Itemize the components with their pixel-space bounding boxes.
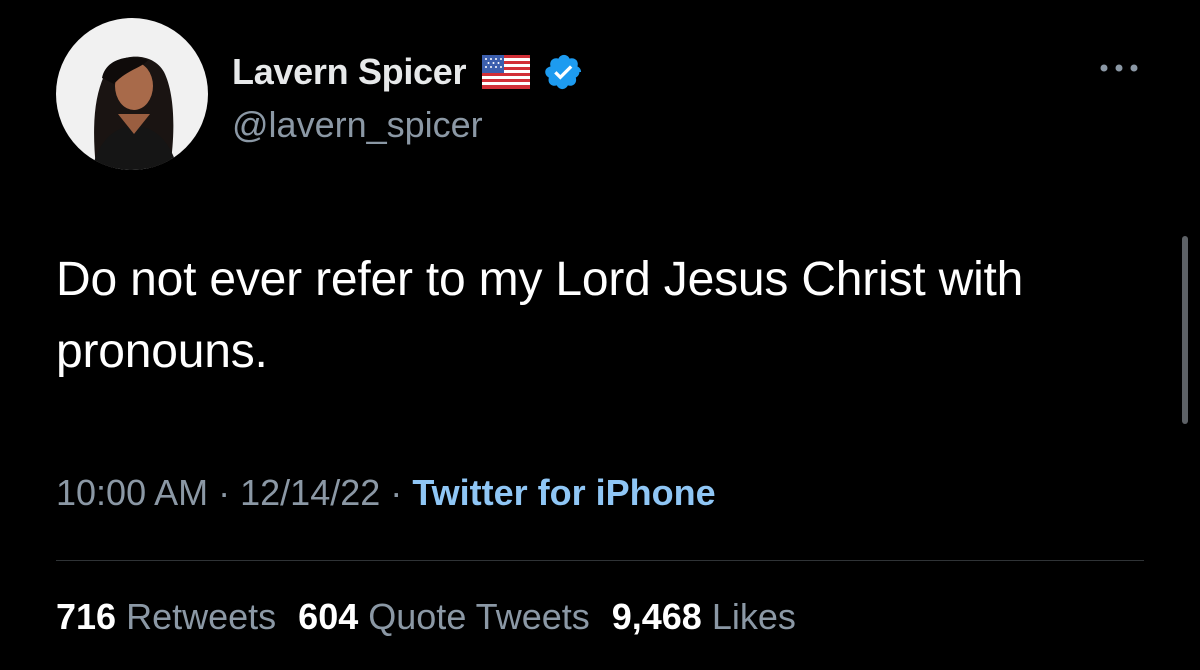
tweet-source-link[interactable]: Twitter for iPhone <box>412 472 715 513</box>
quote-tweets-label: Quote Tweets <box>368 596 590 637</box>
us-flag-icon <box>482 55 531 89</box>
name-row: Lavern Spicer <box>232 48 584 96</box>
likes-stat[interactable]: 9,468 Likes <box>612 596 796 638</box>
avatar[interactable] <box>56 18 208 170</box>
likes-count: 9,468 <box>611 596 702 637</box>
scrollbar[interactable] <box>1182 236 1188 424</box>
meta-separator: · <box>390 472 403 513</box>
display-name[interactable]: Lavern Spicer <box>232 51 467 93</box>
tweet-text: Do not ever refer to my Lord Jesus Chris… <box>56 253 1024 378</box>
likes-label: Likes <box>711 596 796 637</box>
avatar-image <box>56 18 208 170</box>
meta-separator: · <box>218 472 231 513</box>
more-options-icon[interactable] <box>1096 56 1142 80</box>
tweet-time[interactable]: 10:00 AM <box>56 472 208 513</box>
divider <box>56 560 1144 561</box>
verified-badge-icon[interactable] <box>544 52 584 92</box>
tweet-card: Lavern Spicer @lavern_spicer Do not ever… <box>0 0 1200 670</box>
retweets-label: Retweets <box>126 596 277 637</box>
tweet-stats: 716 Retweets 604 Quote Tweets 9,468 Like… <box>56 596 796 638</box>
tweet-date[interactable]: 12/14/22 <box>240 472 380 513</box>
retweets-stat[interactable]: 716 Retweets <box>56 596 276 638</box>
retweets-count: 716 <box>56 596 117 637</box>
quote-tweets-stat[interactable]: 604 Quote Tweets <box>298 596 590 638</box>
tweet-meta: 10:00 AM · 12/14/22 · Twitter for iPhone <box>56 472 716 514</box>
quote-tweets-count: 604 <box>298 596 359 637</box>
user-handle[interactable]: @lavern_spicer <box>232 104 483 146</box>
